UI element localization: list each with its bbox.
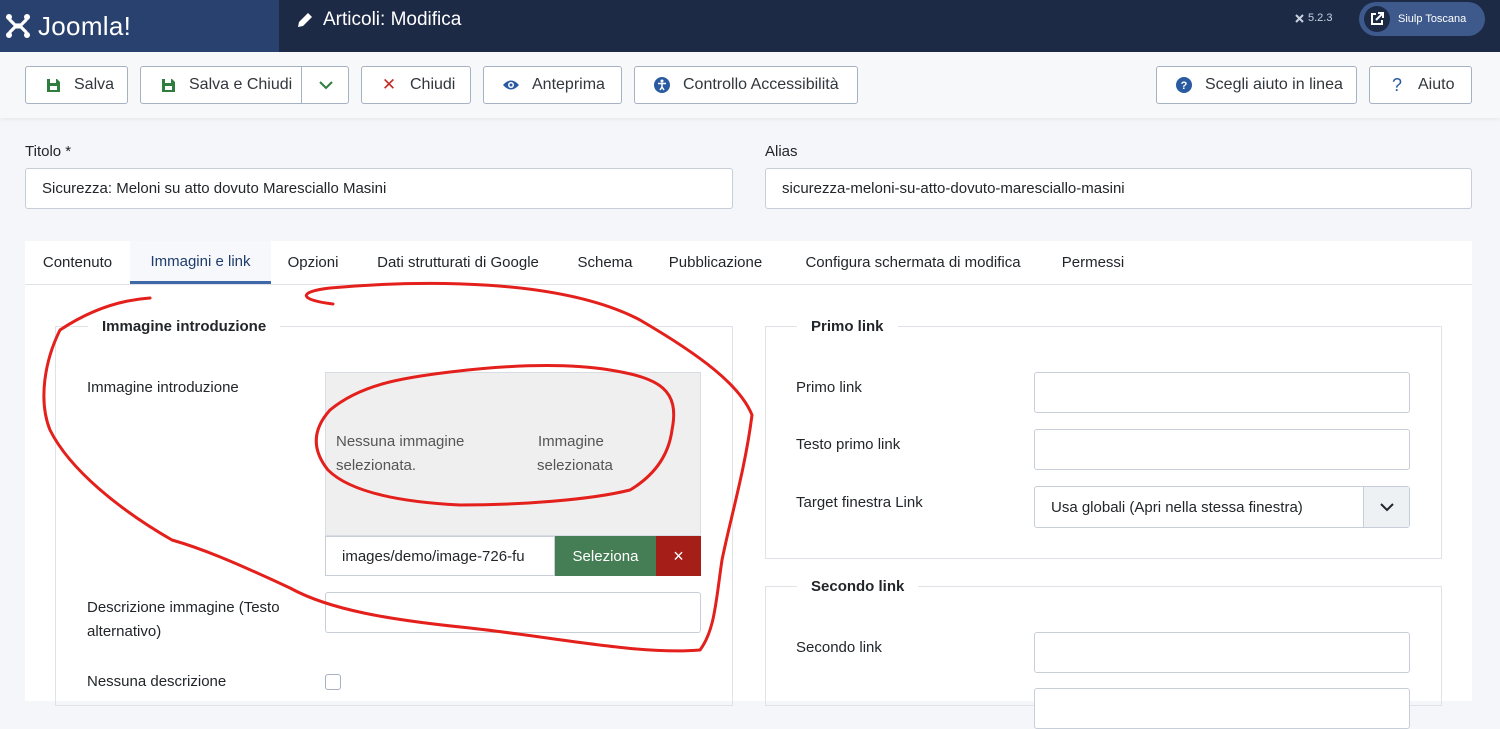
broken-image-alt: Immagine selezionata <box>537 433 613 474</box>
page-title-text: Articoli: Modifica <box>323 9 462 30</box>
tab-google-structured-data[interactable]: Dati strutturati di Google <box>355 241 561 284</box>
floppy-icon <box>159 78 177 93</box>
logo-text: Joomla! <box>38 10 132 41</box>
joomla-logo[interactable]: Joomla! <box>0 0 279 52</box>
link-b-text-input[interactable] <box>1034 688 1410 729</box>
link-target-select[interactable]: Usa globali (Apri nella stessa finestra) <box>1034 486 1410 528</box>
tab-images-links[interactable]: Immagini e link <box>130 241 271 284</box>
eye-icon <box>502 79 520 91</box>
link-b-legend: Secondo link <box>797 578 919 595</box>
image-description-input[interactable] <box>325 592 701 633</box>
save-label: Salva <box>74 76 115 93</box>
site-link-button[interactable]: Siulp Toscana <box>1359 2 1485 36</box>
preview-label: Anteprima <box>532 76 605 93</box>
no-description-checkbox[interactable] <box>325 674 341 690</box>
tab-content[interactable]: Contenuto <box>25 241 130 284</box>
link-b-input[interactable] <box>1034 632 1410 673</box>
link-a-text-label: Testo primo link <box>796 436 901 453</box>
tab-bar: Contenuto Immagini e link Opzioni Dati s… <box>25 241 1472 285</box>
image-preview: Nessuna immagine selezionata. Immagine s… <box>325 372 701 536</box>
save-button[interactable]: Salva <box>25 66 128 104</box>
site-name: Siulp Toscana <box>1398 13 1467 25</box>
link-a-label: Primo link <box>796 379 862 396</box>
intro-image-label: Immagine introduzione <box>87 379 239 396</box>
toolbar: Salva Salva e Chiudi ✕ Chiudi Anteprima … <box>0 52 1500 118</box>
image-description-label: Descrizione immagine (Testo alternativo) <box>87 599 280 640</box>
save-close-label: Salva e Chiudi <box>189 76 293 93</box>
accessibility-check-button[interactable]: Controllo Accessibilità <box>634 66 858 104</box>
svg-text:?: ? <box>1181 80 1188 92</box>
accessibility-label: Controllo Accessibilità <box>683 76 839 93</box>
title-input[interactable]: Sicurezza: Meloni su atto dovuto Maresci… <box>25 168 733 209</box>
accessibility-icon <box>653 77 671 93</box>
title-label: Titolo * <box>25 143 72 160</box>
pencil-icon <box>298 13 312 27</box>
chevron-down-icon <box>1363 487 1409 527</box>
chevron-down-icon[interactable] <box>301 67 350 103</box>
clear-image-button[interactable]: × <box>656 536 701 576</box>
intro-image-legend: Immagine introduzione <box>88 318 281 335</box>
no-image-text: Nessuna immagine selezionata. <box>336 433 465 474</box>
tab-options[interactable]: Opzioni <box>271 241 355 284</box>
page-title: Articoli: Modifica <box>295 0 461 40</box>
version-badge[interactable]: 5.2.3 <box>1294 12 1332 24</box>
tab-schema[interactable]: Schema <box>561 241 649 284</box>
save-close-button[interactable]: Salva e Chiudi <box>140 66 349 104</box>
question-circle-icon: ? <box>1175 77 1193 93</box>
preview-button[interactable]: Anteprima <box>483 66 622 104</box>
floppy-icon <box>44 78 62 93</box>
link-target-value: Usa globali (Apri nella stessa finestra) <box>1051 498 1303 516</box>
joomla-small-icon <box>1295 13 1304 23</box>
no-description-label: Nessuna descrizione <box>87 673 227 690</box>
close-label: Chiudi <box>410 76 456 93</box>
joomla-logo-icon <box>6 14 30 38</box>
link-a-legend: Primo link <box>797 318 898 335</box>
external-link-icon <box>1364 6 1390 32</box>
link-a-input[interactable] <box>1034 372 1410 413</box>
tab-edit-screen[interactable]: Configura schermata di modifica <box>782 241 1044 284</box>
image-path-input[interactable]: images/demo/image-726-fu <box>325 536 555 576</box>
version-text: 5.2.3 <box>1308 12 1333 24</box>
help-button[interactable]: ? Aiuto <box>1369 66 1472 104</box>
help-online-button[interactable]: ? Scegli aiuto in linea <box>1156 66 1357 104</box>
top-header: Joomla! Articoli: Modifica 5.2.3 Siulp T… <box>0 0 1500 52</box>
link-b-label: Secondo link <box>796 639 882 656</box>
help-online-label: Scegli aiuto in linea <box>1205 76 1343 93</box>
close-button[interactable]: ✕ Chiudi <box>361 66 471 104</box>
alias-label: Alias <box>765 143 798 160</box>
alias-input[interactable]: sicurezza-meloni-su-atto-dovuto-marescia… <box>765 168 1472 209</box>
select-image-button[interactable]: Seleziona <box>555 536 656 576</box>
tab-permissions[interactable]: Permessi <box>1044 241 1142 284</box>
link-a-text-input[interactable] <box>1034 429 1410 470</box>
close-icon: ✕ <box>381 75 397 94</box>
link-target-label: Target finestra Link <box>796 494 923 511</box>
tab-publishing[interactable]: Pubblicazione <box>649 241 782 284</box>
question-icon: ? <box>1391 74 1402 95</box>
help-label: Aiuto <box>1418 76 1455 93</box>
